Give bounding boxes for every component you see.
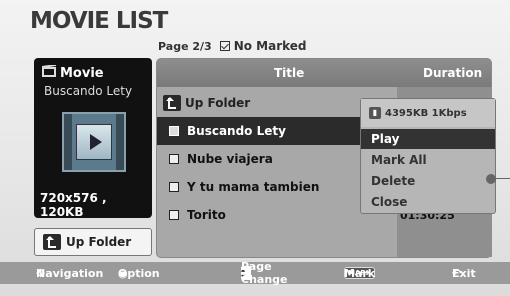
- preview-file-name: Buscando Lety: [44, 84, 133, 98]
- up-folder-icon: [163, 95, 181, 111]
- page-info: Page 2/3 No Marked: [158, 39, 307, 53]
- preview-type-label: Movie: [60, 65, 104, 81]
- list-item-title: Buscando Lety: [187, 124, 286, 138]
- screen-title: MOVIE LIST: [30, 8, 168, 34]
- list-item-title: Nube viajera: [187, 152, 273, 166]
- preview-file-info: 720x576 , 120KB: [40, 191, 107, 219]
- checkbox[interactable]: [169, 126, 179, 136]
- checkbox[interactable]: [169, 210, 179, 220]
- checkbox[interactable]: [169, 154, 179, 164]
- column-title: Title: [274, 66, 305, 80]
- play-icon: [89, 134, 102, 150]
- scroll-indicator: [486, 174, 496, 184]
- marked-label: No Marked: [233, 39, 307, 53]
- popup-item-mark-all[interactable]: Mark All: [361, 150, 495, 170]
- popup-file-info: ▮ 4395KB 1Kbps: [361, 99, 495, 127]
- option-popup: ▮ 4395KB 1Kbps Play Mark All Delete Clos…: [360, 98, 496, 214]
- movie-list-screen: MOVIE LIST Page 2/3 No Marked Movie Busc…: [0, 0, 510, 296]
- movie-icon: [41, 64, 57, 81]
- footer-option-label: Option: [118, 266, 160, 280]
- column-duration: Duration: [423, 66, 483, 80]
- up-folder-button[interactable]: Up Folder: [34, 228, 152, 256]
- preview-panel: Movie Buscando Lety 720x576 , 120KB: [34, 58, 152, 219]
- popup-item-play[interactable]: Play: [361, 129, 495, 149]
- footer-exit-label: Exit: [452, 266, 476, 280]
- footer-navigation-label: Navigation: [36, 266, 104, 280]
- footer-mark-label: Mark: [344, 266, 376, 280]
- up-folder-button-label: Up Folder: [66, 235, 132, 249]
- list-header: Title Duration: [157, 59, 491, 87]
- list-item-title: Y tu mama tambien: [187, 180, 320, 194]
- preview-type: Movie: [41, 64, 104, 81]
- popup-item-delete[interactable]: Delete: [361, 171, 495, 191]
- footer-page-change-label: Page Change: [241, 260, 288, 286]
- file-icon: ▮: [369, 107, 381, 119]
- popup-item-close[interactable]: Close: [361, 192, 495, 212]
- up-folder-icon: [43, 234, 61, 250]
- movie-thumbnail-icon: [62, 112, 126, 172]
- checkbox-icon: [219, 41, 230, 51]
- scroll-indicator-line: [496, 178, 510, 179]
- up-folder-row-label: Up Folder: [185, 96, 251, 110]
- footer-help-bar: ✥ Navigation ◉ Option P ▴▾ Page Change M…: [0, 260, 510, 286]
- page-label: Page 2/3: [158, 39, 212, 53]
- checkbox[interactable]: [169, 182, 179, 192]
- popup-file-info-text: 4395KB 1Kbps: [385, 107, 467, 119]
- list-item-title: Torito: [187, 208, 226, 222]
